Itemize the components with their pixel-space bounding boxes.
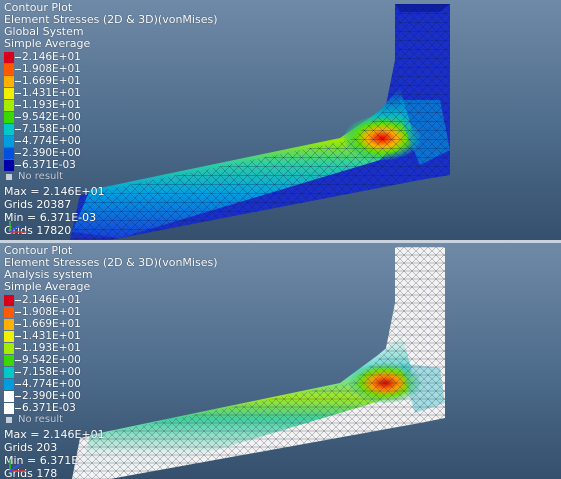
scale-label: 2.390E+00 — [22, 390, 81, 402]
color-swatch — [4, 63, 14, 75]
scale-row: 7.158E+00 — [4, 123, 218, 135]
color-swatch — [4, 135, 14, 147]
min-grid: Grids 178 — [4, 467, 58, 479]
scale-label: 1.431E+01 — [22, 330, 81, 342]
scale-row: 2.390E+00 — [4, 147, 218, 159]
scale-row: 2.390E+00 — [4, 390, 218, 402]
scale-row: 7.158E+00 — [4, 366, 218, 378]
no-result-entry: No result — [4, 414, 218, 426]
viewport-analysis-system[interactable]: Contour Plot Element Stresses (2D & 3D)(… — [0, 243, 561, 479]
color-swatch — [4, 159, 14, 171]
scale-row: 1.193E+01 — [4, 342, 218, 354]
color-swatch — [4, 378, 14, 390]
color-swatch — [4, 99, 14, 111]
scale-label: 1.431E+01 — [22, 87, 81, 99]
color-swatch — [4, 51, 14, 63]
color-swatch — [4, 354, 14, 366]
legend-stats: Max = 2.146E+01 Grids 203 Min = 6.371E G… — [4, 428, 218, 479]
scale-row: 2.146E+01 — [4, 294, 218, 306]
scale-label: 9.542E+00 — [22, 354, 81, 366]
color-swatch — [4, 366, 14, 378]
scale-label: 1.908E+01 — [22, 306, 81, 318]
max-grid: Grids 20387 — [4, 198, 72, 211]
scale-label: 1.908E+01 — [22, 63, 81, 75]
scale-row: 6.371E-03 — [4, 159, 218, 171]
legend-stats: Max = 2.146E+01 Grids 20387 Min = 6.371E… — [4, 185, 218, 237]
scale-row: 1.669E+01 — [4, 318, 218, 330]
scale-label: 4.774E+00 — [22, 135, 81, 147]
contour-legend: Contour Plot Element Stresses (2D & 3D)(… — [4, 245, 218, 479]
legend-averaging: Simple Average — [4, 280, 91, 293]
min-value: Min = 6.371E — [4, 454, 79, 467]
color-swatch — [4, 342, 14, 354]
scale-row: 1.908E+01 — [4, 306, 218, 318]
scale-label: 1.669E+01 — [22, 318, 81, 330]
min-grid: Grids 17820 — [4, 224, 72, 237]
scale-label: 9.542E+00 — [22, 111, 81, 123]
no-result-label: No result — [18, 171, 64, 182]
scale-row: 1.431E+01 — [4, 330, 218, 342]
scale-label: 6.371E-03 — [22, 402, 76, 414]
color-swatch — [4, 306, 14, 318]
legend-averaging: Simple Average — [4, 37, 91, 50]
color-swatch — [4, 75, 14, 87]
color-swatch — [4, 111, 14, 123]
color-swatch — [4, 330, 14, 342]
max-value: Max = 2.146E+01 — [4, 428, 105, 441]
scale-row: 2.146E+01 — [4, 51, 218, 63]
axis-triad-icon — [9, 460, 26, 472]
scale-label: 7.158E+00 — [22, 366, 81, 378]
contour-legend: Contour Plot Element Stresses (2D & 3D)(… — [4, 2, 218, 237]
scale-row: 9.542E+00 — [4, 354, 218, 366]
no-result-entry: No result — [4, 171, 218, 183]
scale-row: 1.669E+01 — [4, 75, 218, 87]
max-grid: Grids 203 — [4, 441, 58, 454]
color-swatch — [4, 87, 14, 99]
scale-row: 4.774E+00 — [4, 135, 218, 147]
no-result-label: No result — [18, 414, 64, 425]
color-scale: 2.146E+01 1.908E+01 1.669E+01 1.431E+01 … — [4, 51, 218, 183]
min-value: Min = 6.371E-03 — [4, 211, 97, 224]
color-swatch — [4, 123, 14, 135]
scale-label: 1.193E+01 — [22, 342, 81, 354]
max-value: Max = 2.146E+01 — [4, 185, 105, 198]
color-swatch — [4, 294, 14, 306]
scale-row: 1.908E+01 — [4, 63, 218, 75]
scale-label: 7.158E+00 — [22, 123, 81, 135]
scale-row: 9.542E+00 — [4, 111, 218, 123]
scale-label: 2.390E+00 — [22, 147, 81, 159]
axis-triad-icon — [9, 221, 26, 233]
scale-label: 1.669E+01 — [22, 75, 81, 87]
scale-label: 4.774E+00 — [22, 378, 81, 390]
scale-row: 1.193E+01 — [4, 99, 218, 111]
scale-label: 2.146E+01 — [22, 294, 81, 306]
color-swatch — [4, 390, 14, 402]
scale-row: 6.371E-03 — [4, 402, 218, 414]
viewport-global-system[interactable]: Contour Plot Element Stresses (2D & 3D)(… — [0, 0, 561, 240]
scale-row: 4.774E+00 — [4, 378, 218, 390]
scale-label: 2.146E+01 — [22, 51, 81, 63]
scale-label: 1.193E+01 — [22, 99, 81, 111]
color-swatch — [4, 402, 14, 414]
color-scale: 2.146E+01 1.908E+01 1.669E+01 1.431E+01 … — [4, 294, 218, 426]
color-swatch — [4, 318, 14, 330]
color-swatch — [4, 147, 14, 159]
scale-label: 6.371E-03 — [22, 159, 76, 171]
scale-row: 1.431E+01 — [4, 87, 218, 99]
